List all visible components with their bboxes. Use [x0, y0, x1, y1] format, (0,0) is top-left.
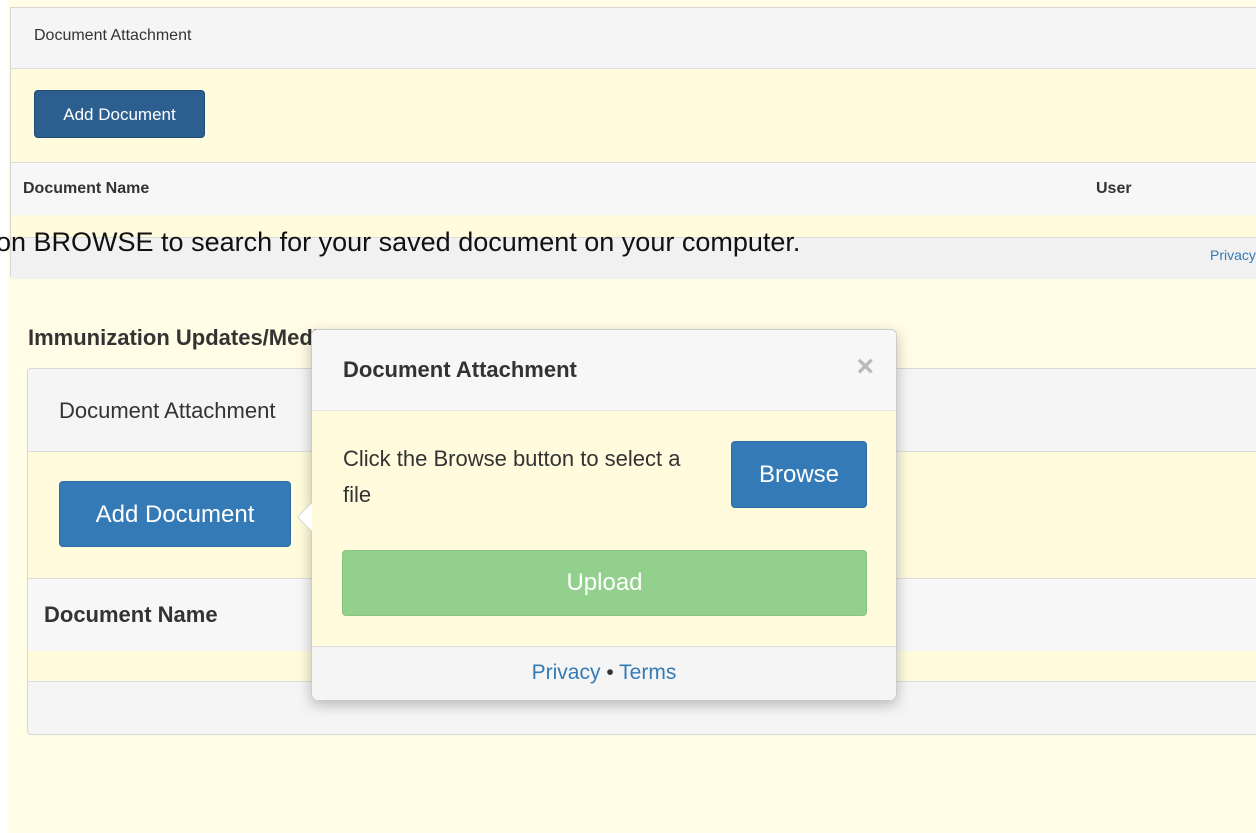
- privacy-link[interactable]: Privacy: [532, 661, 601, 684]
- col-document-name: Document Name: [44, 602, 218, 627]
- add-document-button[interactable]: Add Document: [59, 481, 291, 547]
- top-panel-header: Document Attachment: [11, 8, 1256, 69]
- top-add-document-button[interactable]: Add Document: [34, 90, 205, 138]
- panel-title: Document Attachment: [59, 398, 276, 423]
- popover-prompt: Click the Browse button to select a file: [343, 446, 681, 507]
- document-attachment-popover: Document Attachment × Click the Browse b…: [297, 329, 897, 700]
- footer-separator: •: [606, 661, 614, 684]
- top-panel-title: Document Attachment: [34, 27, 192, 44]
- close-icon[interactable]: ×: [856, 352, 874, 382]
- popover-title: Document Attachment: [343, 357, 577, 382]
- popover-header: Document Attachment ×: [312, 330, 896, 411]
- upload-button[interactable]: Upload: [342, 550, 867, 616]
- popover-arrow-inner: [298, 503, 312, 531]
- browse-button[interactable]: Browse: [731, 441, 867, 508]
- popover-footer: Privacy • Terms: [312, 646, 896, 700]
- top-table-header: Document Name User: [11, 162, 1256, 215]
- top-col-user: User: [1096, 180, 1132, 197]
- top-col-document-name: Document Name: [23, 180, 150, 197]
- instruction-text: on BROWSE to search for your saved docum…: [0, 227, 801, 257]
- left-margin: [0, 0, 8, 833]
- top-privacy-link[interactable]: Privacy •: [1210, 247, 1256, 263]
- terms-link[interactable]: Terms: [619, 661, 676, 684]
